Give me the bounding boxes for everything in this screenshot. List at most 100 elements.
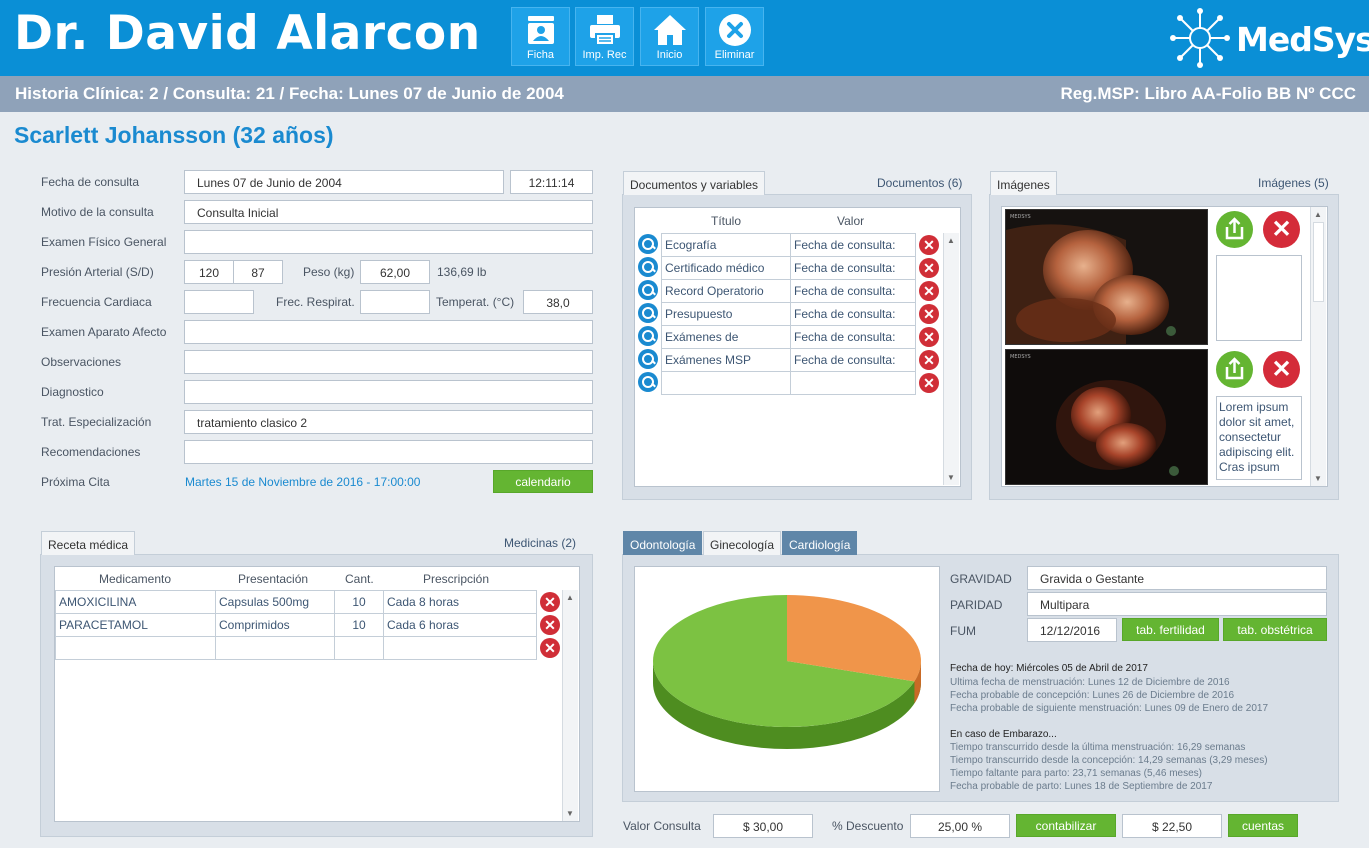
contabilizar-button[interactable]: contabilizar xyxy=(1016,814,1116,837)
delete-document-icon[interactable]: ✕ xyxy=(919,304,939,324)
view-document-icon[interactable] xyxy=(638,372,658,392)
document-title[interactable]: Certificado médico xyxy=(661,256,791,280)
tab-fertilidad-button[interactable]: tab. fertilidad xyxy=(1122,618,1219,641)
frec-resp-field[interactable] xyxy=(360,290,430,314)
diagnostico-field[interactable] xyxy=(184,380,593,404)
motivo-field[interactable]: Consulta Inicial xyxy=(184,200,593,224)
fum-field[interactable]: 12/12/2016 xyxy=(1027,618,1117,642)
document-title[interactable] xyxy=(661,371,791,395)
tab-documentos[interactable]: Documentos y variables xyxy=(623,171,766,195)
document-value[interactable]: Fecha de consulta: xyxy=(790,302,916,326)
view-document-icon[interactable] xyxy=(638,280,658,300)
hora-consulta-field[interactable]: 12:11:14 xyxy=(510,170,593,194)
valor-consulta-field[interactable]: $ 30,00 xyxy=(713,814,813,838)
document-value[interactable]: Fecha de consulta: xyxy=(790,279,916,303)
medicamento-cell[interactable]: AMOXICILINA xyxy=(55,590,216,614)
delete-document-icon[interactable]: ✕ xyxy=(919,327,939,347)
prescripcion-cell[interactable]: Cada 6 horas xyxy=(383,613,537,637)
imp-rec-button[interactable]: Imp. Rec xyxy=(575,7,634,66)
receta-scrollbar[interactable]: ▲ ▼ xyxy=(562,590,578,821)
delete-medicine-icon[interactable]: ✕ xyxy=(540,615,560,635)
proxima-cita-value[interactable]: Martes 15 de Noviembre de 2016 - 17:00:0… xyxy=(185,475,420,489)
scroll-down-icon[interactable]: ▼ xyxy=(566,809,574,818)
documentos-scrollbar[interactable]: ▲ ▼ xyxy=(943,233,959,485)
paridad-field[interactable]: Multipara xyxy=(1027,592,1327,616)
ultrasound-image-1[interactable]: MEDSYS xyxy=(1005,209,1208,345)
document-title[interactable]: Record Operatorio xyxy=(661,279,791,303)
share-button-1[interactable] xyxy=(1216,211,1253,248)
image-note-1[interactable] xyxy=(1216,255,1302,341)
descuento-field[interactable]: 25,00 % xyxy=(910,814,1010,838)
imagenes-scrollbar[interactable]: ▲ ▼ xyxy=(1310,207,1326,486)
ultrasound-image-2[interactable]: MEDSYS xyxy=(1005,349,1208,485)
delete-document-icon[interactable]: ✕ xyxy=(919,235,939,255)
scroll-down-icon[interactable]: ▼ xyxy=(1314,474,1322,483)
examen-aparato-field[interactable] xyxy=(184,320,593,344)
delete-document-icon[interactable]: ✕ xyxy=(919,281,939,301)
view-document-icon[interactable] xyxy=(638,303,658,323)
document-title[interactable]: Exámenes MSP xyxy=(661,348,791,372)
cuentas-button[interactable]: cuentas xyxy=(1228,814,1298,837)
prescripcion-cell[interactable]: Cada 8 horas xyxy=(383,590,537,614)
tab-receta[interactable]: Receta médica xyxy=(41,531,136,555)
tab-cardiologia[interactable]: Cardiología xyxy=(782,531,858,555)
scroll-thumb[interactable] xyxy=(1313,222,1324,302)
tab-ginecologia[interactable]: Ginecología xyxy=(703,531,782,555)
calendario-button[interactable]: calendario xyxy=(493,470,593,493)
view-document-icon[interactable] xyxy=(638,257,658,277)
fecha-consulta-field[interactable]: Lunes 07 de Junio de 2004 xyxy=(184,170,504,194)
ficha-button[interactable]: Ficha xyxy=(511,7,570,66)
tab-obstetrica-button[interactable]: tab. obstétrica xyxy=(1223,618,1327,641)
document-value[interactable]: Fecha de consulta: xyxy=(790,256,916,280)
document-value[interactable]: Fecha de consulta: xyxy=(790,348,916,372)
tab-imagenes[interactable]: Imágenes xyxy=(990,171,1057,195)
document-title[interactable]: Ecografía xyxy=(661,233,791,257)
tab-odontologia[interactable]: Odontología xyxy=(623,531,703,555)
share-button-2[interactable] xyxy=(1216,351,1253,388)
frecuencia-field[interactable] xyxy=(184,290,254,314)
document-value[interactable]: Fecha de consulta: xyxy=(790,233,916,257)
presentacion-cell[interactable]: Comprimidos xyxy=(215,613,335,637)
inicio-button[interactable]: Inicio xyxy=(640,7,699,66)
delete-document-icon[interactable]: ✕ xyxy=(919,350,939,370)
observaciones-field[interactable] xyxy=(184,350,593,374)
presentacion-cell[interactable] xyxy=(215,636,335,660)
document-title[interactable]: Exámenes de xyxy=(661,325,791,349)
delete-image-button-1[interactable]: ✕ xyxy=(1263,211,1300,248)
view-document-icon[interactable] xyxy=(638,326,658,346)
temperat-field[interactable]: 38,0 xyxy=(523,290,593,314)
home-icon xyxy=(653,15,686,45)
delete-medicine-icon[interactable]: ✕ xyxy=(540,592,560,612)
cantidad-cell[interactable] xyxy=(334,636,384,660)
prescripcion-cell[interactable] xyxy=(383,636,537,660)
view-document-icon[interactable] xyxy=(638,349,658,369)
document-value[interactable]: Fecha de consulta: xyxy=(790,325,916,349)
image-note-2[interactable]: Lorem ipsum dolor sit amet, consectetur … xyxy=(1216,396,1302,480)
presion-sistolica-field[interactable]: 120 xyxy=(184,260,234,284)
presion-diastolica-field[interactable]: 87 xyxy=(233,260,283,284)
trat-field[interactable]: tratamiento clasico 2 xyxy=(184,410,593,434)
examen-fisico-field[interactable] xyxy=(184,230,593,254)
document-value[interactable] xyxy=(790,371,916,395)
recomendaciones-field[interactable] xyxy=(184,440,593,464)
medicamento-cell[interactable]: PARACETAMOL xyxy=(55,613,216,637)
scroll-up-icon[interactable]: ▲ xyxy=(1314,210,1322,219)
scroll-up-icon[interactable]: ▲ xyxy=(566,593,574,602)
cantidad-cell[interactable]: 10 xyxy=(334,590,384,614)
temperat-label: Temperat. (°C) xyxy=(436,295,515,309)
peso-field[interactable]: 62,00 xyxy=(360,260,430,284)
document-title[interactable]: Presupuesto xyxy=(661,302,791,326)
eliminar-button[interactable]: Eliminar xyxy=(705,7,764,66)
medicamento-cell[interactable] xyxy=(55,636,216,660)
delete-document-icon[interactable]: ✕ xyxy=(919,373,939,393)
total-field[interactable]: $ 22,50 xyxy=(1122,814,1222,838)
view-document-icon[interactable] xyxy=(638,234,658,254)
delete-medicine-icon[interactable]: ✕ xyxy=(540,638,560,658)
scroll-up-icon[interactable]: ▲ xyxy=(947,236,955,245)
scroll-down-icon[interactable]: ▼ xyxy=(947,473,955,482)
delete-document-icon[interactable]: ✕ xyxy=(919,258,939,278)
cantidad-cell[interactable]: 10 xyxy=(334,613,384,637)
delete-image-button-2[interactable]: ✕ xyxy=(1263,351,1300,388)
gravidad-field[interactable]: Gravida o Gestante xyxy=(1027,566,1327,590)
presentacion-cell[interactable]: Capsulas 500mg xyxy=(215,590,335,614)
